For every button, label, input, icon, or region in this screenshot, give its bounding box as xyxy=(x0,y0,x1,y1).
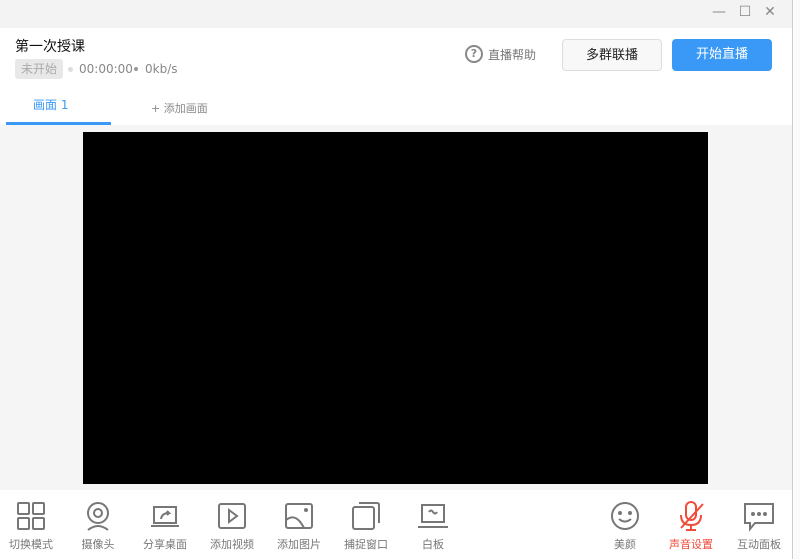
webcam-icon xyxy=(87,502,109,531)
app-window: — ☐ ✕ 第一次授课 未开始 00:00:00 0kb/s ? 直播帮助 多群… xyxy=(0,0,793,559)
status-dot xyxy=(68,67,73,72)
maximize-button[interactable]: ☐ xyxy=(735,4,755,22)
add-image-button[interactable]: 添加图片 xyxy=(266,500,332,552)
minimize-button[interactable]: — xyxy=(709,4,729,22)
mic-muted-icon xyxy=(680,501,704,531)
tab-scene-1[interactable]: 画面 1 xyxy=(33,96,68,113)
help-label: 直播帮助 xyxy=(488,47,537,62)
video-icon xyxy=(218,503,246,529)
tool-label: 捕捉窗口 xyxy=(344,538,388,551)
bitrate: 0kb/s xyxy=(145,62,178,76)
interaction-panel-button[interactable]: 互动面板 xyxy=(726,500,792,552)
tool-label: 切换模式 xyxy=(9,538,53,551)
window-capture-icon xyxy=(352,502,380,530)
image-icon xyxy=(285,503,313,529)
duration: 00:00:00 xyxy=(79,62,133,76)
tool-label: 互动面板 xyxy=(737,538,781,551)
tool-label: 添加图片 xyxy=(277,538,321,551)
share-screen-icon xyxy=(151,506,179,527)
tool-label: 美颜 xyxy=(614,538,636,551)
status-badge: 未开始 xyxy=(15,59,63,79)
start-live-button[interactable]: 开始直播 xyxy=(672,39,772,71)
add-video-button[interactable]: 添加视频 xyxy=(199,500,265,552)
separator-dot xyxy=(134,67,138,71)
smile-icon xyxy=(611,502,639,530)
beauty-button[interactable]: 美颜 xyxy=(592,500,658,552)
capture-window-button[interactable]: 捕捉窗口 xyxy=(333,500,399,552)
chat-icon xyxy=(744,503,774,532)
video-preview xyxy=(83,132,708,484)
share-desktop-button[interactable]: 分享桌面 xyxy=(132,500,198,552)
title-bar: — ☐ ✕ xyxy=(0,0,792,28)
tool-label: 白板 xyxy=(422,538,444,551)
camera-button[interactable]: 摄像头 xyxy=(65,500,131,552)
multi-group-broadcast-button[interactable]: 多群联播 xyxy=(562,39,662,71)
whiteboard-button[interactable]: 白板 xyxy=(400,500,466,552)
audio-settings-button[interactable]: 声音设置 xyxy=(658,500,724,552)
grid-icon xyxy=(17,502,45,530)
switch-mode-button[interactable]: 切换模式 xyxy=(0,500,64,552)
background-strip xyxy=(794,0,800,559)
tool-label: 声音设置 xyxy=(669,538,713,551)
add-scene-button[interactable]: + 添加画面 xyxy=(151,100,208,116)
live-help-link[interactable]: ? 直播帮助 xyxy=(465,45,536,63)
tool-label: 摄像头 xyxy=(81,538,115,551)
help-icon: ? xyxy=(465,45,483,63)
tool-label: 添加视频 xyxy=(210,538,254,551)
course-title: 第一次授课 xyxy=(15,39,85,55)
whiteboard-icon xyxy=(418,504,448,528)
close-button[interactable]: ✕ xyxy=(760,4,780,22)
stage-area xyxy=(0,125,792,490)
tool-label: 分享桌面 xyxy=(143,538,187,551)
